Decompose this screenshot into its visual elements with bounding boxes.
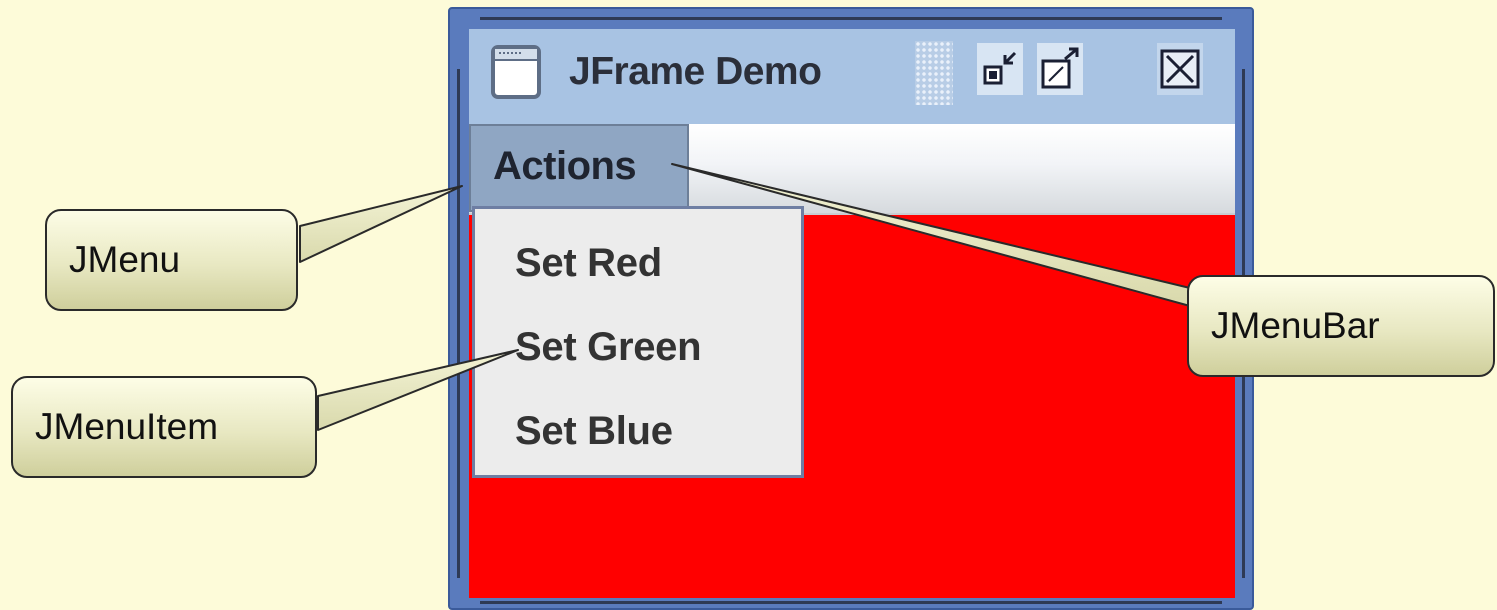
callout-jmenu: JMenu — [45, 209, 298, 311]
callout-jmenuitem-label: JMenuItem — [35, 406, 219, 447]
jmenubar-pointer — [671, 163, 1191, 307]
jmenu-pointer — [299, 185, 463, 263]
callout-jmenuitem: JMenuItem — [11, 376, 317, 478]
callout-jmenubar: JMenuBar — [1187, 275, 1495, 377]
jmenuitem-pointer — [317, 349, 519, 431]
callout-jmenubar-label: JMenuBar — [1211, 305, 1380, 346]
callout-jmenu-label: JMenu — [69, 239, 181, 280]
